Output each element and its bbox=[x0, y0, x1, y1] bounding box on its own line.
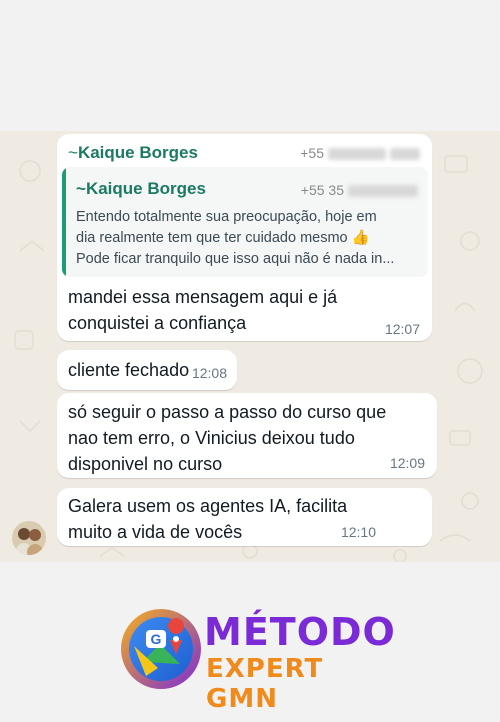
message-time: 12:09 bbox=[389, 455, 425, 471]
message-line: mandei essa mensagem aqui e já bbox=[68, 287, 338, 307]
message-bubble[interactable]: Galera usem os agentes IA, facilita muit… bbox=[57, 488, 432, 546]
message-line: Galera usem os agentes IA, facilita bbox=[68, 496, 348, 516]
message-bubble[interactable]: cliente fechado 12:08 bbox=[57, 350, 237, 390]
message-time: 12:08 bbox=[191, 365, 227, 381]
message-text: Galera usem os agentes IA, facilita muit… bbox=[68, 493, 347, 545]
message-line: conquistei a confiança bbox=[68, 313, 247, 333]
phone-redaction bbox=[390, 148, 420, 161]
sender-name[interactable]: ~Kaique Borges bbox=[68, 143, 198, 163]
message-line: disponivel no curso bbox=[68, 454, 223, 474]
brand-logo: G MÉTODO EXPERT GMN bbox=[118, 606, 395, 714]
forwarded-message-bubble[interactable]: ~Kaique Borges +55 ~Kaique Borges +55 35… bbox=[57, 134, 432, 341]
quote-accent-bar bbox=[62, 167, 66, 277]
avatar[interactable] bbox=[12, 521, 46, 555]
message-text: cliente fechado bbox=[68, 360, 190, 380]
message-text: só seguir o passo a passo do curso que n… bbox=[68, 399, 386, 477]
message-bubble[interactable]: só seguir o passo a passo do curso que n… bbox=[57, 393, 437, 478]
quoted-line: Entendo totalmente sua preocupação, hoje… bbox=[76, 209, 377, 225]
quoted-line: Pode ficar tranquilo que isso aqui não é… bbox=[76, 251, 395, 267]
quoted-sender-phone: +55 35 bbox=[301, 182, 418, 198]
brand-title: MÉTODO bbox=[204, 610, 396, 654]
message-time: 12:10 bbox=[340, 524, 376, 540]
chat-area: ~Kaique Borges +55 ~Kaique Borges +55 35… bbox=[0, 131, 500, 562]
logo-letter: G bbox=[151, 631, 162, 647]
phone-redaction bbox=[328, 148, 386, 161]
quoted-line: dia realmente tem que ter cuidado mesmo … bbox=[76, 230, 370, 246]
quoted-sender-name: ~Kaique Borges bbox=[76, 179, 206, 198]
quoted-message[interactable]: ~Kaique Borges +55 35 Entendo totalmente… bbox=[62, 167, 428, 277]
sender-phone: +55 bbox=[300, 145, 420, 161]
message-text: mandei essa mensagem aqui e já conquiste… bbox=[68, 284, 337, 336]
phone-redaction bbox=[348, 185, 418, 198]
message-time: 12:07 bbox=[384, 321, 420, 337]
brand-subtitle: EXPERT GMN bbox=[206, 654, 324, 714]
message-line: muito a vida de vocês bbox=[68, 522, 243, 542]
message-line: nao tem erro, o Vinicius deixou tudo bbox=[68, 428, 355, 448]
quoted-text: Entendo totalmente sua preocupação, hoje… bbox=[76, 207, 416, 270]
message-line: só seguir o passo a passo do curso que bbox=[68, 402, 387, 422]
map-pin-icon: G bbox=[121, 609, 201, 689]
